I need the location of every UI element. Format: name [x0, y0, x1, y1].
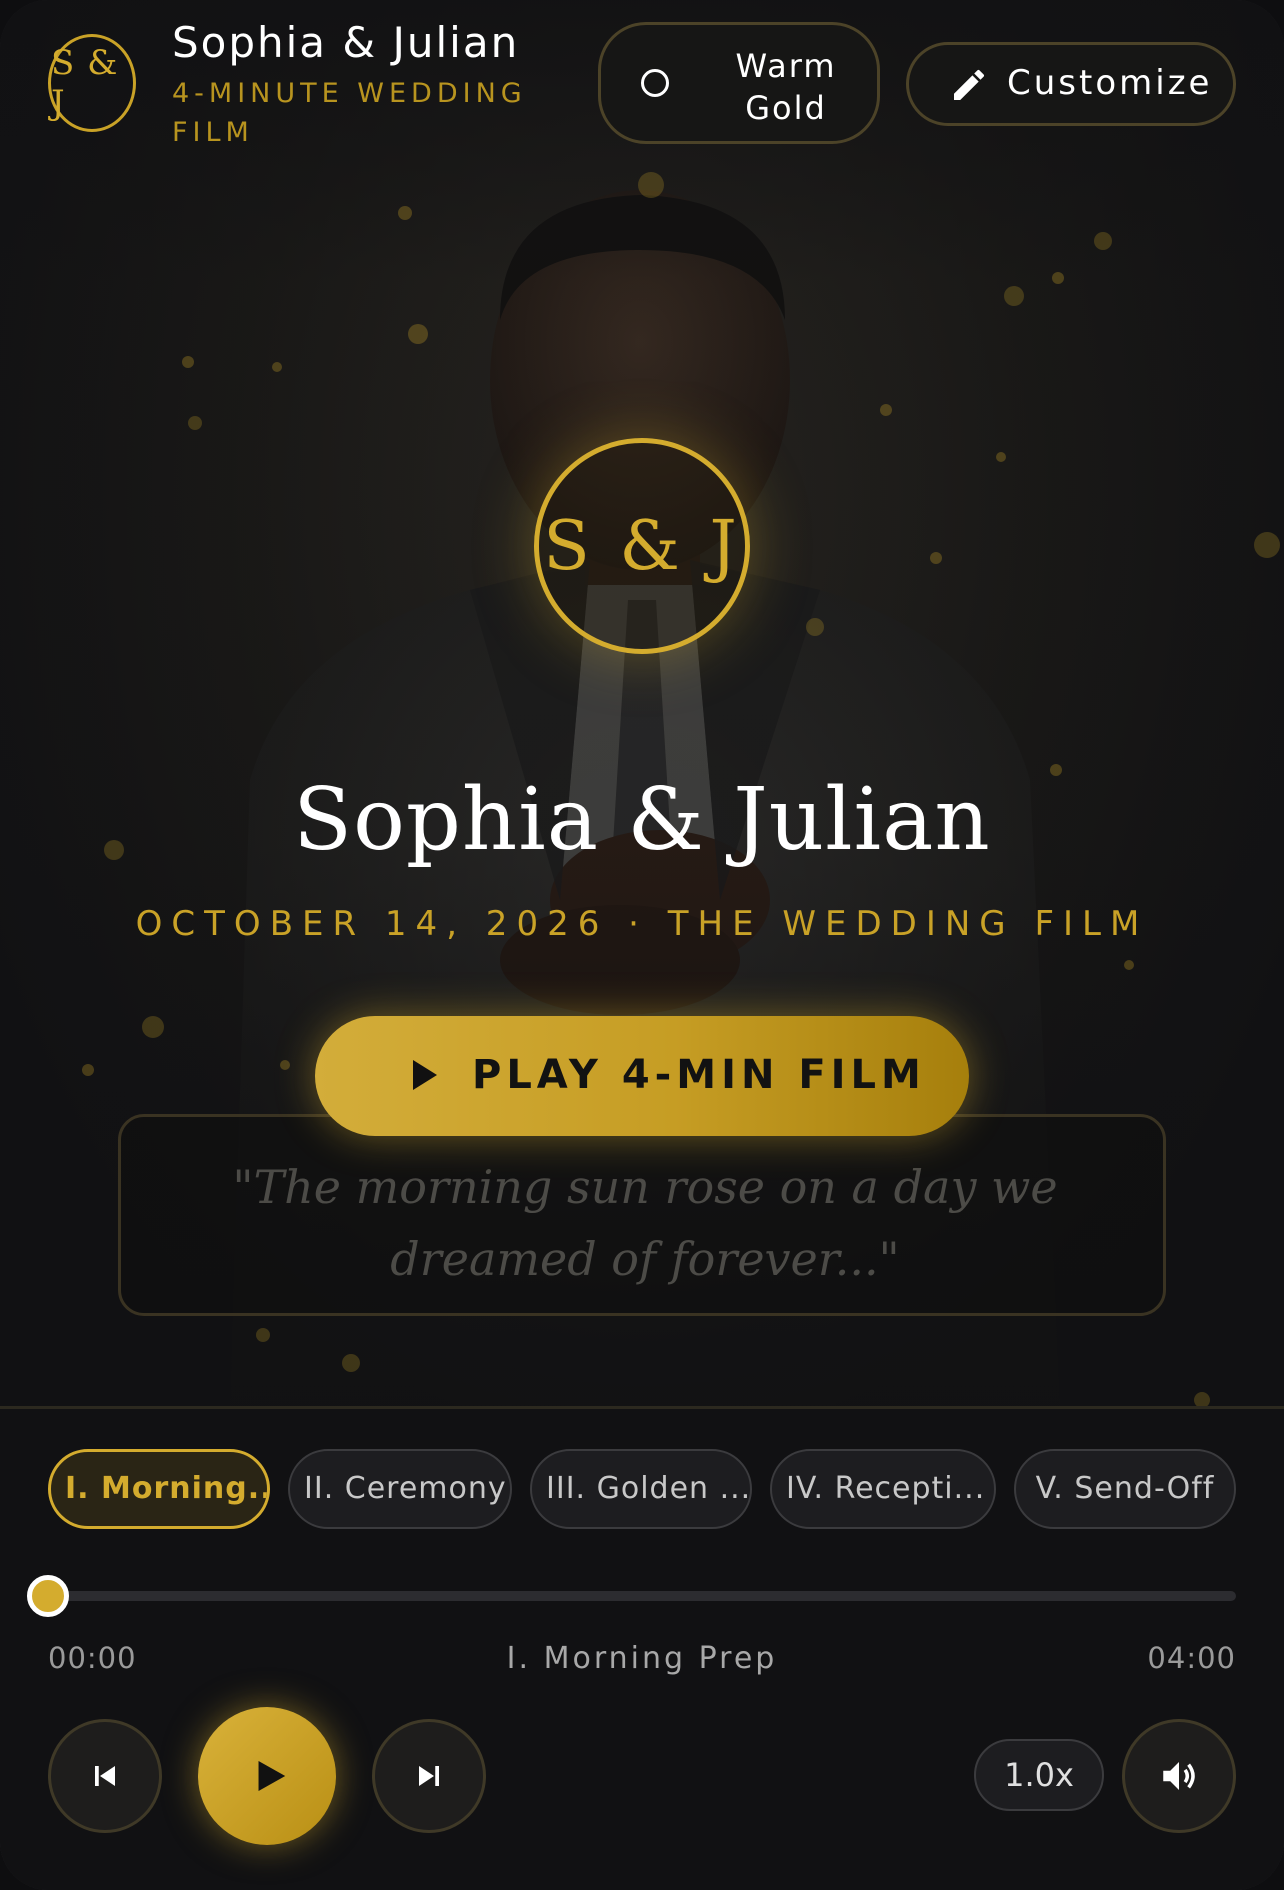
theme-label: Warm Gold — [735, 47, 837, 127]
play-icon — [413, 1060, 437, 1090]
chapter-tab-3[interactable]: III. Golden ... — [530, 1449, 752, 1529]
volume-button[interactable] — [1122, 1719, 1236, 1833]
next-button[interactable] — [372, 1719, 486, 1833]
play-film-label: PLAY 4-MIN FILM — [472, 1052, 926, 1098]
sparkle — [638, 172, 664, 198]
customize-button[interactable]: Customize — [906, 42, 1236, 126]
sparkle — [398, 206, 412, 220]
volume-icon — [1163, 1762, 1195, 1790]
sparkle — [82, 1064, 94, 1076]
theme-selector-button[interactable]: Warm Gold — [598, 22, 880, 144]
sparkle — [806, 618, 824, 636]
sparkle — [188, 416, 202, 430]
app-frame: S & J Sophia & Julian 4-MINUTE WEDDING F… — [0, 0, 1284, 1890]
sparkle — [996, 452, 1006, 462]
skip-next-icon — [419, 1766, 439, 1786]
player-controls-panel: I. Morning... II. Ceremony III. Golden .… — [0, 1406, 1284, 1890]
hero-section: S & J Sophia & Julian 4-MINUTE WEDDING F… — [0, 0, 1284, 1406]
quote-text: "The morning sun rose on a day we dreame… — [232, 1160, 1058, 1286]
main-play-button[interactable] — [198, 1707, 336, 1845]
sparkle — [1254, 532, 1280, 558]
play-icon — [258, 1761, 286, 1791]
chapter-tab-2[interactable]: II. Ceremony — [288, 1449, 512, 1529]
sparkle — [1004, 286, 1024, 306]
current-chapter-label: I. Morning Prep — [506, 1641, 778, 1676]
progress-track[interactable] — [48, 1591, 1236, 1601]
sparkle — [880, 404, 892, 416]
chapter-tab-4[interactable]: IV. Recepti... — [770, 1449, 996, 1529]
pencil-icon — [954, 69, 985, 100]
sparkle — [1124, 960, 1134, 970]
header-subtitle: 4-MINUTE WEDDING FILM — [172, 78, 527, 148]
date-subtitle: OCTOBER 14, 2026 · THE WEDDING FILM — [135, 904, 1149, 944]
sparkle — [1094, 232, 1112, 250]
brand-logo[interactable]: S & J — [48, 34, 136, 132]
sparkle — [272, 362, 282, 372]
monogram-badge: S & J — [534, 438, 750, 654]
sparkle — [182, 356, 194, 368]
sparkle — [408, 324, 428, 344]
chapter-tab-1[interactable]: I. Morning... — [48, 1449, 270, 1529]
couple-name-title: Sophia & Julian — [293, 770, 991, 870]
sparkle — [1194, 1392, 1210, 1406]
customize-label: Customize — [1007, 63, 1213, 103]
previous-button[interactable] — [48, 1719, 162, 1833]
skip-previous-icon — [95, 1766, 115, 1786]
sparkle — [342, 1354, 360, 1372]
sparkle — [930, 552, 942, 564]
sparkle — [256, 1328, 270, 1342]
app-header: S & J Sophia & Julian 4-MINUTE WEDDING F… — [0, 0, 1284, 170]
chapter-tab-5[interactable]: V. Send-Off — [1014, 1449, 1236, 1529]
quote-card: "The morning sun rose on a day we dreame… — [118, 1114, 1166, 1316]
sparkle — [142, 1016, 164, 1038]
progress-thumb[interactable] — [27, 1575, 69, 1617]
play-film-button[interactable]: PLAY 4-MIN FILM — [315, 1016, 969, 1136]
sparkle — [280, 1060, 290, 1070]
playback-speed-button[interactable]: 1.0x — [974, 1739, 1104, 1811]
sparkle — [1052, 272, 1064, 284]
total-time: 04:00 — [1147, 1641, 1236, 1675]
header-title: Sophia & Julian — [172, 18, 520, 67]
circle-icon — [641, 69, 669, 97]
